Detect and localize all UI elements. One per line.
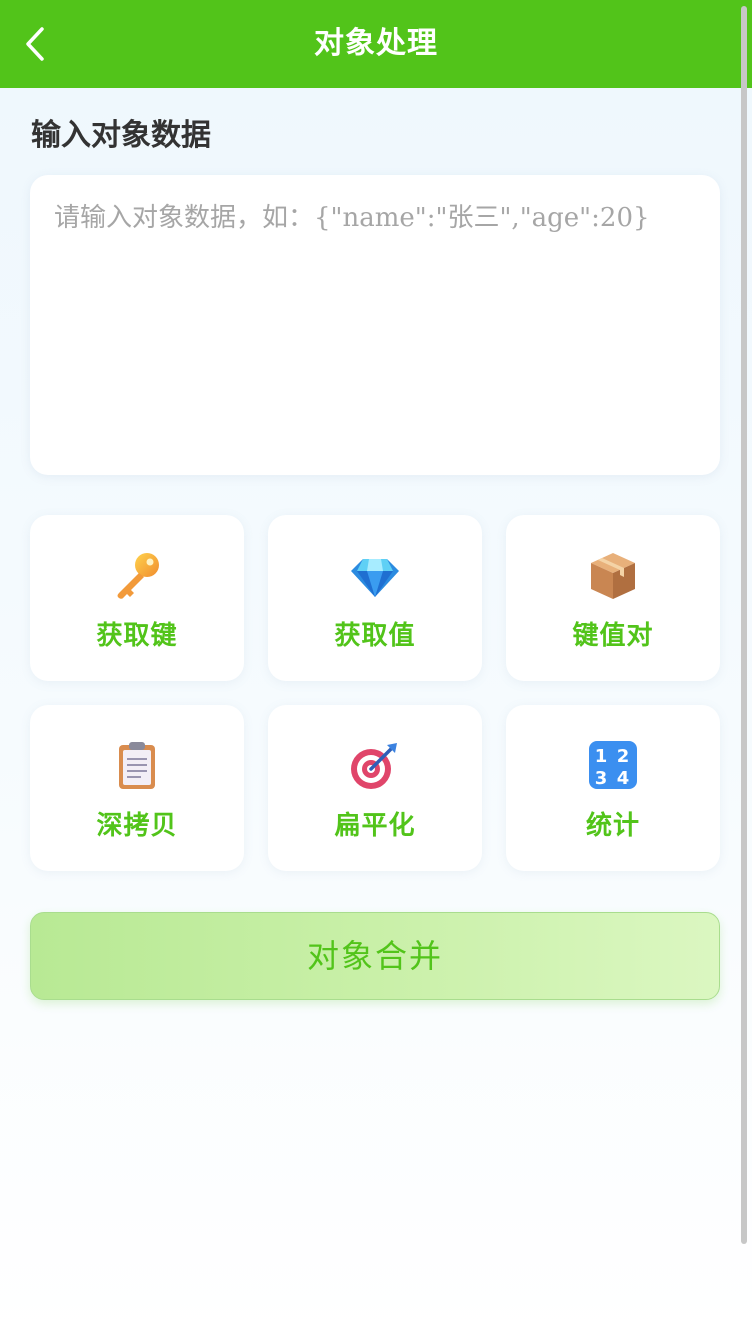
object-input-card (30, 175, 720, 475)
flatten-button[interactable]: 扁平化 (268, 705, 482, 871)
svg-text:1: 1 (595, 746, 608, 767)
get-keys-button[interactable]: 获取键 (30, 515, 244, 681)
numbers-icon: 1 2 3 4 (589, 741, 637, 789)
object-input[interactable] (30, 175, 720, 475)
page-title: 对象处理 (314, 26, 438, 61)
scrollbar[interactable] (741, 6, 747, 1244)
get-keys-label: 获取键 (96, 621, 178, 651)
chevron-left-icon (26, 27, 44, 61)
section-title: 输入对象数据 (31, 118, 211, 153)
svg-text:4: 4 (617, 768, 630, 789)
gem-icon (351, 559, 399, 597)
object-merge-button[interactable]: 对象合并 (30, 912, 720, 1000)
deep-copy-label: 深拷贝 (96, 811, 178, 841)
svg-text:3: 3 (595, 768, 608, 789)
back-button[interactable] (14, 22, 58, 66)
deep-copy-button[interactable]: 深拷贝 (30, 705, 244, 871)
get-values-button[interactable]: 获取值 (268, 515, 482, 681)
target-icon (351, 743, 397, 789)
get-values-label: 获取值 (334, 621, 416, 651)
flatten-label: 扁平化 (334, 811, 416, 841)
statistics-button[interactable]: 1 2 3 4 统计 (506, 705, 720, 871)
key-value-pairs-label: 键值对 (572, 621, 654, 651)
key-value-pairs-button[interactable]: 键值对 (506, 515, 720, 681)
statistics-label: 统计 (585, 811, 640, 841)
key-icon (117, 553, 159, 599)
svg-text:2: 2 (617, 746, 630, 767)
package-icon (591, 553, 635, 599)
clipboard-icon (119, 742, 155, 789)
app-header: 对象处理 (0, 0, 752, 88)
